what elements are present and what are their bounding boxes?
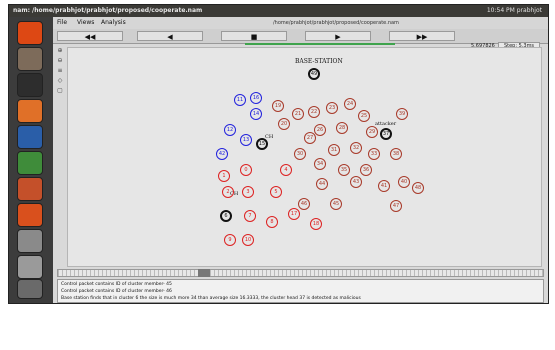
- launcher: [9, 17, 53, 303]
- base-station-node[interactable]: 49: [308, 68, 320, 80]
- menu-analysis[interactable]: Analysis: [101, 17, 126, 29]
- stop-button[interactable]: ■: [221, 31, 287, 41]
- panel-status: 10:54 PM prabhjot: [486, 7, 542, 14]
- sensor-node[interactable]: 16: [250, 92, 262, 104]
- network-canvas[interactable]: BASE-STATION 49 attacker CH CH 11 16 14 12 1…: [67, 47, 542, 267]
- sensor-node[interactable]: 9: [224, 234, 236, 246]
- sensor-node[interactable]: 20: [278, 118, 290, 130]
- sensor-node[interactable]: 26: [314, 124, 326, 136]
- terminal-icon[interactable]: [17, 73, 43, 97]
- sensor-node[interactable]: 24: [344, 98, 356, 110]
- sensor-node[interactable]: 40: [398, 176, 410, 188]
- sensor-node[interactable]: 2: [222, 186, 234, 198]
- sensor-node[interactable]: 19: [272, 100, 284, 112]
- software-center-icon[interactable]: [17, 203, 43, 227]
- attacker-label: attacker: [375, 121, 397, 127]
- sensor-node[interactable]: 18: [310, 218, 322, 230]
- sensor-node[interactable]: 39: [396, 108, 408, 120]
- zoom-out-icon[interactable]: ⊖: [55, 57, 65, 64]
- timeline-slider[interactable]: [198, 269, 210, 277]
- sensor-node[interactable]: 42: [216, 148, 228, 160]
- sensor-node[interactable]: 14: [250, 108, 262, 120]
- rewind-button[interactable]: ◀◀: [57, 31, 123, 41]
- playback-indicator: [245, 43, 395, 45]
- sensor-node[interactable]: 44: [316, 178, 328, 190]
- sensor-node[interactable]: 32: [350, 142, 362, 154]
- select-tool-icon[interactable]: ▢: [55, 87, 65, 94]
- menu-views[interactable]: Views: [77, 17, 94, 29]
- node-tool-icon[interactable]: ◇: [55, 77, 65, 84]
- sensor-node[interactable]: 23: [326, 102, 338, 114]
- sensor-node[interactable]: 33: [368, 148, 380, 160]
- sensor-node[interactable]: 46: [298, 198, 310, 210]
- sensor-node[interactable]: 29: [366, 126, 378, 138]
- console-line: Base station finds that in cluster 6 the…: [61, 296, 361, 301]
- sensor-node[interactable]: 43: [350, 176, 362, 188]
- sensor-node[interactable]: 8: [266, 216, 278, 228]
- zoom-tools: ⊕ ⊖ ≡ ◇ ▢: [55, 47, 65, 247]
- sensor-node[interactable]: 3: [242, 186, 254, 198]
- sensor-node[interactable]: 34: [314, 158, 326, 170]
- sensor-node[interactable]: 30: [294, 148, 306, 160]
- sensor-node[interactable]: 37: [380, 128, 392, 140]
- sensor-node[interactable]: 27: [304, 132, 316, 144]
- console-line: Control packet contains ID of cluster me…: [61, 289, 172, 294]
- settings-icon[interactable]: [17, 229, 43, 253]
- window-title: nam: /home/prabhjot/prabhjot/proposed/co…: [13, 7, 203, 14]
- sensor-node[interactable]: 12: [224, 124, 236, 136]
- sensor-node[interactable]: 31: [328, 144, 340, 156]
- playback-toolbar: ◀◀ ◀ ■ ▶ ▶▶ 5.697826 Step: 5.3ms: [53, 29, 548, 54]
- sensor-node[interactable]: 28: [336, 122, 348, 134]
- firefox-icon[interactable]: [17, 99, 43, 123]
- impress-icon[interactable]: [17, 177, 43, 201]
- sensor-node[interactable]: 48: [412, 182, 424, 194]
- sensor-node[interactable]: 10: [242, 234, 254, 246]
- sensor-node[interactable]: 47: [390, 200, 402, 212]
- zoom-in-icon[interactable]: ⊕: [55, 47, 65, 54]
- sensor-node[interactable]: 4: [280, 164, 292, 176]
- nam-window: File Views Analysis /home/prabhjot/prabh…: [53, 17, 548, 303]
- base-station-label: BASE-STATION: [295, 58, 343, 65]
- menu-file[interactable]: File: [57, 17, 67, 29]
- step-back-button[interactable]: ◀: [137, 31, 203, 41]
- sensor-node[interactable]: 17: [288, 208, 300, 220]
- sensor-node[interactable]: 5: [270, 186, 282, 198]
- fast-forward-button[interactable]: ▶▶: [389, 31, 455, 41]
- top-panel: nam: /home/prabhjot/prabhjot/proposed/co…: [9, 5, 548, 17]
- sensor-node[interactable]: 1: [218, 170, 230, 182]
- window-frame: nam: /home/prabhjot/prabhjot/proposed/co…: [8, 4, 549, 304]
- sensor-node[interactable]: 0: [240, 164, 252, 176]
- sensor-node[interactable]: 7: [244, 210, 256, 222]
- sensor-node[interactable]: 36: [360, 164, 372, 176]
- console-line: Control packet contains ID of cluster me…: [61, 282, 172, 287]
- play-button[interactable]: ▶: [305, 31, 371, 41]
- sensor-node[interactable]: 22: [308, 106, 320, 118]
- ubuntu-dash-icon[interactable]: [17, 21, 43, 45]
- message-console: Control packet contains ID of cluster me…: [57, 279, 544, 303]
- writer-icon[interactable]: [17, 125, 43, 149]
- sensor-node[interactable]: 11: [234, 94, 246, 106]
- drive-icon[interactable]: [17, 255, 43, 279]
- sensor-node[interactable]: 15: [256, 138, 268, 150]
- sensor-node[interactable]: 41: [378, 180, 390, 192]
- layout-icon[interactable]: ≡: [55, 67, 65, 74]
- sensor-node[interactable]: 45: [330, 198, 342, 210]
- sensor-node[interactable]: 38: [390, 148, 402, 160]
- sensor-node[interactable]: 25: [358, 110, 370, 122]
- timeline-scrollbar[interactable]: [57, 269, 544, 277]
- files-icon[interactable]: [17, 47, 43, 71]
- sensor-node[interactable]: 21: [292, 108, 304, 120]
- calc-icon[interactable]: [17, 151, 43, 175]
- file-path: /home/prabhjot/prabhjot/proposed/coopera…: [273, 20, 399, 26]
- menu-bar: File Views Analysis /home/prabhjot/prabh…: [53, 17, 548, 29]
- sensor-node[interactable]: 35: [338, 164, 350, 176]
- trash-icon[interactable]: [17, 279, 43, 299]
- sensor-node[interactable]: 6: [220, 210, 232, 222]
- sensor-node[interactable]: 13: [240, 134, 252, 146]
